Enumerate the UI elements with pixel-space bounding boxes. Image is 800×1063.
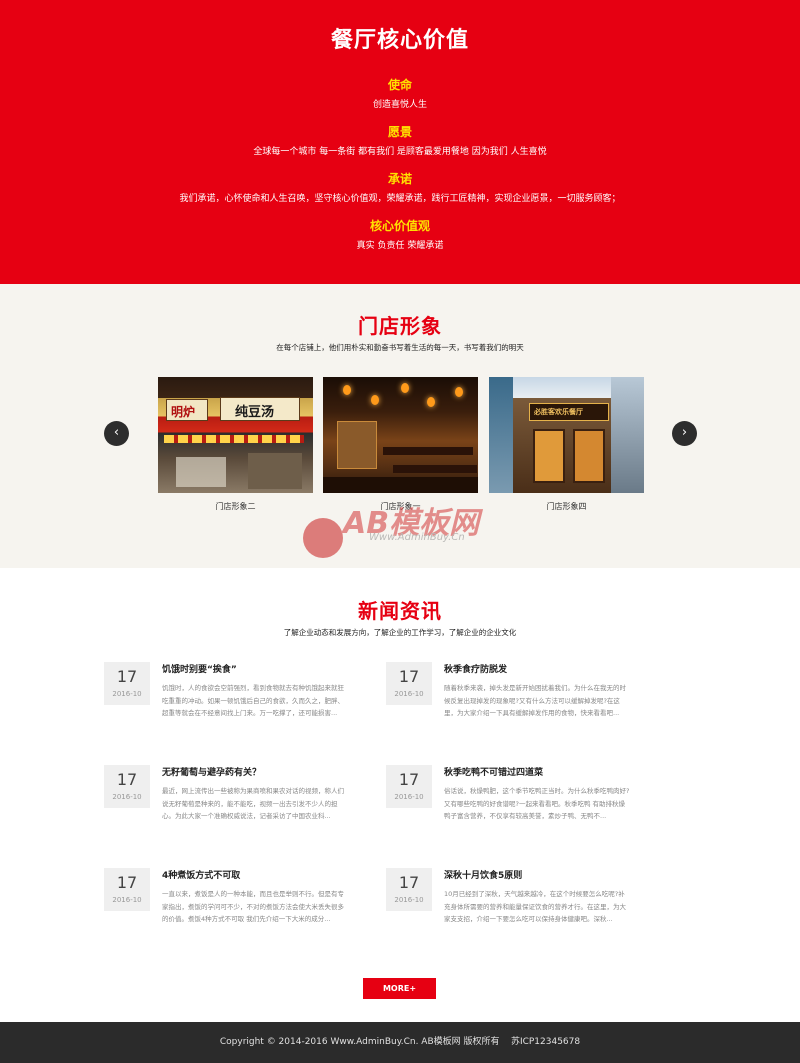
news-day: 17 [116, 667, 138, 686]
lantern-shape [401, 383, 409, 393]
carousel-next-button[interactable]: › [672, 421, 697, 446]
table-shape [393, 465, 477, 473]
stores-heading: 门店形象 [358, 314, 442, 338]
building-shape [611, 377, 644, 493]
counter-shape [176, 457, 226, 487]
news-date: 17 2016-10 [104, 765, 150, 808]
store-photo: 明炉 纯豆汤 [158, 377, 313, 493]
news-day: 17 [398, 667, 420, 686]
vision-title: 愿景 [387, 125, 412, 139]
core-values-section: 餐厅核心价值 使命 创造喜悦人生 愿景 全球每一个城市 每一条街 都有我们 是顾… [0, 0, 800, 284]
lantern-shape [427, 397, 435, 407]
carousel-prev-button[interactable]: ‹ [104, 421, 129, 446]
news-desc: 俗话说，秋燥鸭肥，这个季节吃鸭正当时。为什么秋季吃鸭肉好?又有哪些吃鸭的好食谱呢… [444, 787, 630, 821]
vision-text: 全球每一个城市 每一条街 都有我们 是顾客最爱用餐地 因为我们 人生喜悦 [253, 147, 547, 157]
chevron-right-icon: › [681, 425, 688, 440]
store-sign: 纯豆汤 [235, 405, 275, 420]
news-title[interactable]: 无籽葡萄与避孕药有关？ [162, 765, 261, 778]
values-text: 真实 负责任 荣耀承诺 [356, 241, 444, 251]
news-day: 17 [116, 770, 138, 789]
news-title[interactable]: 4种煮饭方式不可取 [162, 868, 240, 881]
news-desc: 随着秋季来袭，掉头发是新开始困扰着我们。为什么在我无的时候反复出现掉发的现象呢?… [444, 684, 626, 718]
news-heading: 新闻资讯 [358, 599, 442, 623]
news-item[interactable]: 17 2016-10 4种煮饭方式不可取 一直以来，煮饭是人的一种本能，而且也是… [104, 868, 349, 948]
store-card[interactable]: 必胜客欢乐餐厅 门店形象四 [489, 377, 644, 512]
news-desc: 最近，网上流传出一些被称为果商喷和果农对话的视频，称人们说无籽葡萄是种来的，能不… [162, 787, 344, 821]
news-date: 17 2016-10 [104, 662, 150, 705]
news-month: 2016-10 [112, 690, 142, 698]
news-date: 17 2016-10 [104, 868, 150, 911]
store-caption: 门店形象一 [380, 502, 421, 511]
store-sign: 明炉 [171, 405, 196, 419]
values-title: 核心价值观 [369, 219, 430, 233]
more-news-button[interactable]: MORE+ [363, 978, 436, 999]
table-shape [383, 447, 473, 455]
news-item[interactable]: 17 2016-10 秋季食疗防脱发 随着秋季来袭，掉头发是新开始困扰着我们。为… [386, 662, 631, 742]
store-photo [323, 377, 478, 493]
news-title[interactable]: 深秋十月饮食5原则 [444, 868, 522, 881]
store-photo: 必胜客欢乐餐厅 [489, 377, 644, 493]
chevron-left-icon: ‹ [113, 425, 120, 440]
lantern-shape [343, 385, 351, 395]
sign-board: 明炉 [166, 399, 208, 421]
news-subtitle: 了解企业动态和发展方向，了解企业的工作学习，了解企业的企业文化 [283, 628, 517, 637]
store-caption: 门店形象四 [546, 502, 587, 511]
news-title[interactable]: 秋季食疗防脱发 [444, 662, 507, 675]
news-month: 2016-10 [112, 793, 142, 801]
news-title[interactable]: 饥饿时别要“挨食” [162, 662, 237, 675]
store-card[interactable]: 明炉 纯豆汤 门店形象二 [158, 377, 313, 512]
building-shape [489, 377, 513, 493]
news-desc: 一直以来，煮饭是人的一种本能，而且也是举则不行。但是有专家指出，煮饭的学问可不少… [162, 890, 344, 924]
news-item[interactable]: 17 2016-10 无籽葡萄与避孕药有关？ 最近，网上流传出一些被称为果商喷和… [104, 765, 349, 845]
promise-title: 承诺 [387, 172, 412, 186]
promise-text: 我们承诺，心怀使命和人生召唤，坚守核心价值观，荣耀承诺，践行工匠精神，实现企业愿… [179, 194, 621, 204]
store-caption: 门店形象二 [215, 502, 256, 511]
stores-subtitle: 在每个店铺上，他们用朴实和勤奋书写着生活的每一天，书写着我们的明天 [276, 343, 524, 352]
mission-text: 创造喜悦人生 [372, 100, 427, 110]
news-title[interactable]: 秋季吃鸭不可错过四道菜 [444, 765, 543, 778]
news-item[interactable]: 17 2016-10 饥饿时别要“挨食” 饥饿时，人的食欲会空前强烈，看到食物就… [104, 662, 349, 742]
news-day: 17 [116, 873, 138, 892]
counter-shape [248, 453, 302, 489]
store-image-section: 门店形象 在每个店铺上，他们用朴实和勤奋书写着生活的每一天，书写着我们的明天 ‹… [0, 284, 800, 568]
footer: Copyright © 2014-2016 Www.AdminBuy.Cn. A… [0, 1022, 800, 1063]
news-date: 17 2016-10 [386, 765, 432, 808]
window-shape [573, 429, 605, 483]
floor-shape [323, 477, 478, 493]
news-month: 2016-10 [112, 896, 142, 904]
news-month: 2016-10 [394, 793, 424, 801]
news-item[interactable]: 17 2016-10 深秋十月饮食5原则 10月已经到了深秋，天气越来越冷，在这… [386, 868, 631, 948]
mission-title: 使命 [387, 78, 412, 92]
sign-board: 必胜客欢乐餐厅 [529, 403, 609, 421]
sign-board: 纯豆汤 [220, 397, 300, 421]
news-desc: 饥饿时，人的食欲会空前强烈，看到食物就去有种饥饿起来就狂吃重重的冲动。如果一顿饥… [162, 684, 344, 718]
news-month: 2016-10 [394, 896, 424, 904]
wall-panel [337, 421, 377, 469]
news-day: 17 [398, 770, 420, 789]
news-desc: 10月已经到了深秋，天气越来越冷，在这个时候要怎么吃呢?补充身体所需要的营养和能… [444, 890, 626, 924]
store-card[interactable]: 门店形象一 [323, 377, 478, 512]
news-date: 17 2016-10 [386, 868, 432, 911]
news-month: 2016-10 [394, 690, 424, 698]
copyright-text: Copyright © 2014-2016 Www.AdminBuy.Cn. A… [219, 1037, 581, 1047]
lantern-shape [371, 395, 379, 405]
menu-strip [164, 435, 304, 443]
store-sign: 必胜客欢乐餐厅 [534, 407, 583, 416]
window-shape [533, 429, 565, 483]
news-date: 17 2016-10 [386, 662, 432, 705]
news-day: 17 [398, 873, 420, 892]
news-item[interactable]: 17 2016-10 秋季吃鸭不可错过四道菜 俗话说，秋燥鸭肥，这个季节吃鸭正当… [386, 765, 631, 845]
lantern-shape [455, 387, 463, 397]
core-values-heading: 餐厅核心价值 [330, 28, 469, 53]
